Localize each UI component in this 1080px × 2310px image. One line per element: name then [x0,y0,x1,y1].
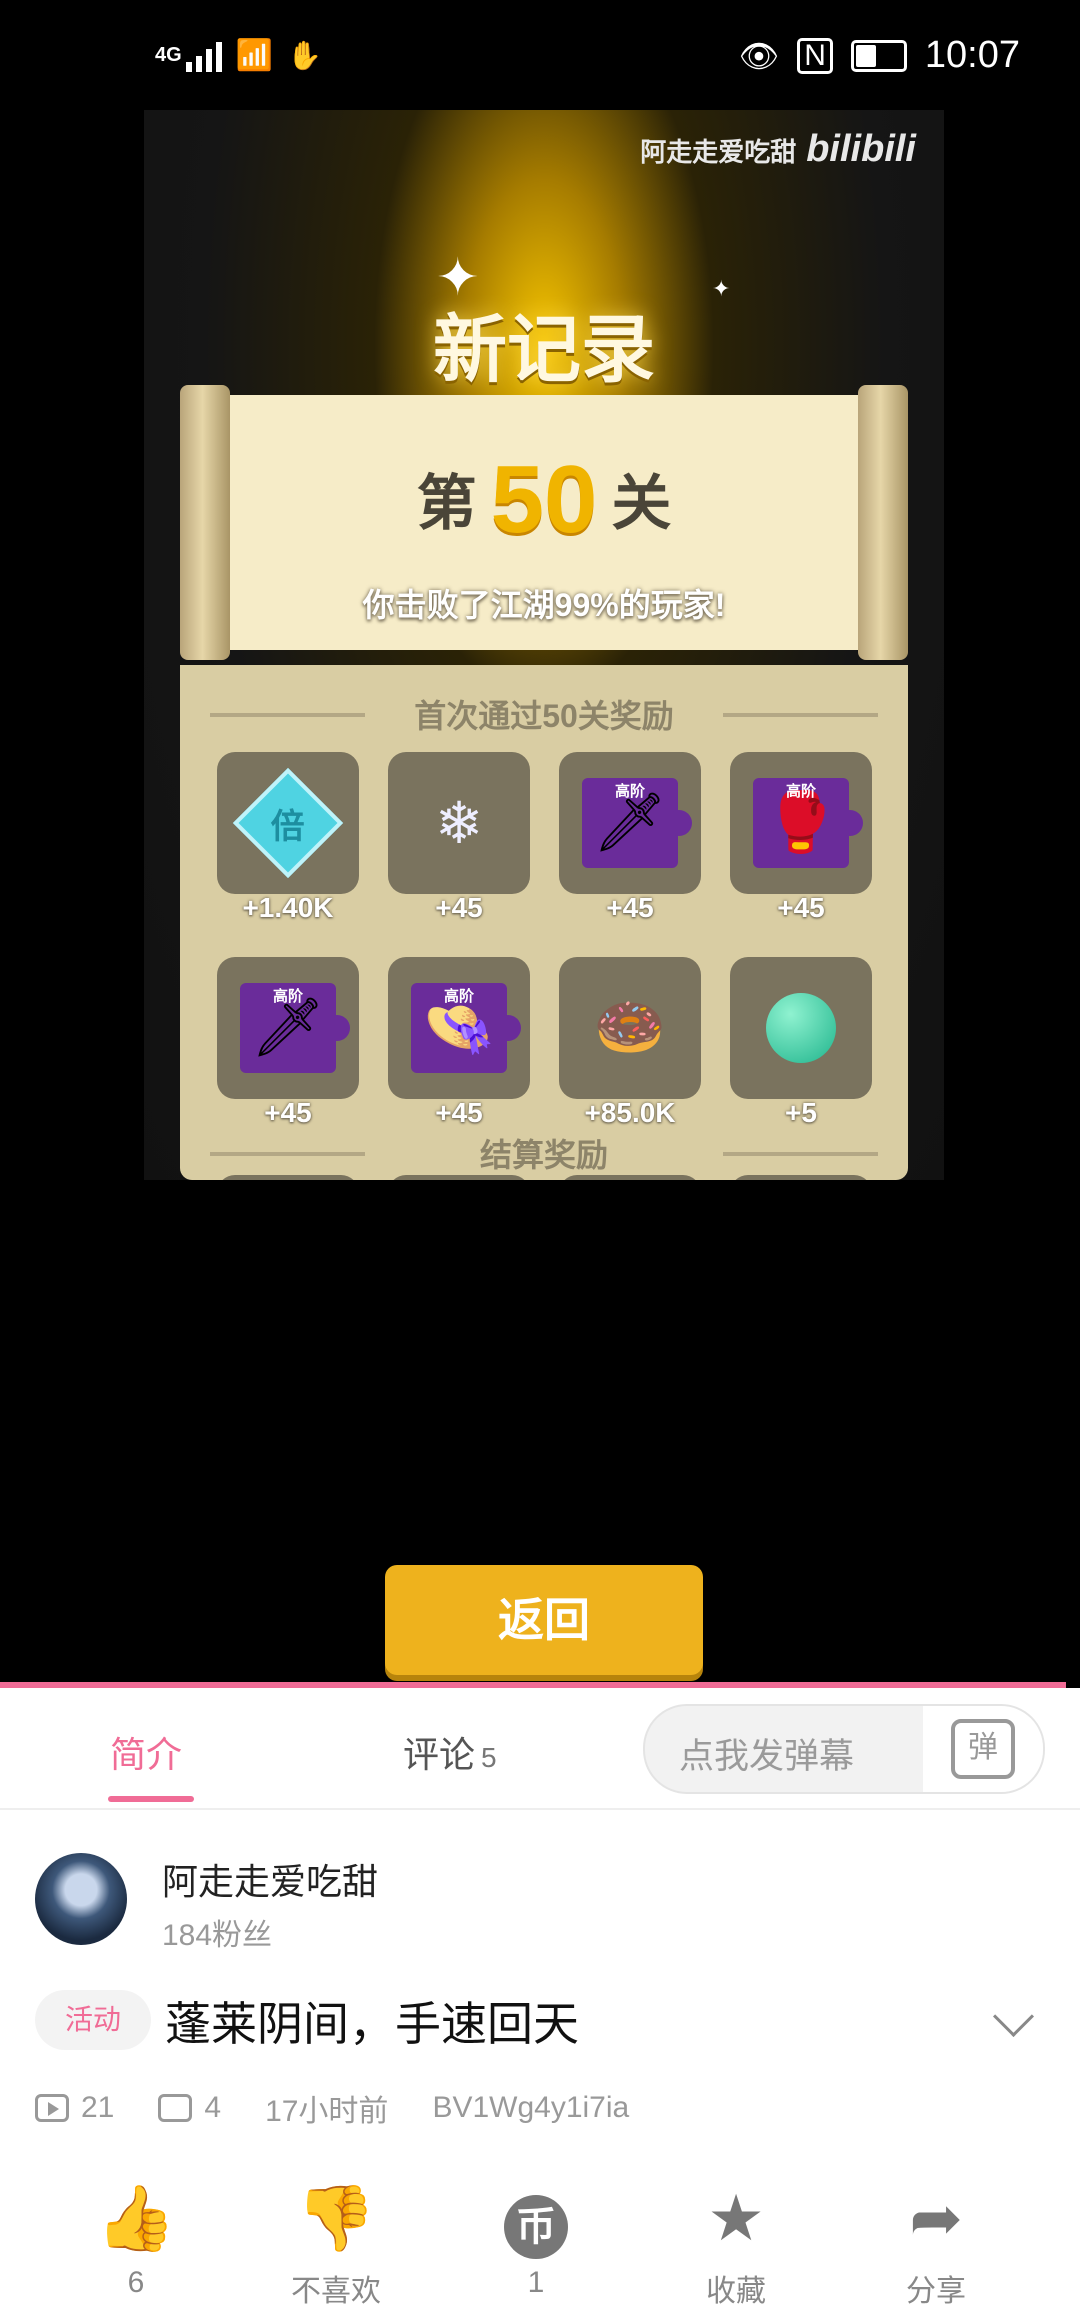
dislike-label: 不喜欢 [291,2275,381,2308]
fan-count: 184粉丝 [162,1919,273,1952]
share-button[interactable]: ➦ 分享 [836,2178,1036,2310]
bvid: BV1Wg4y1i7ia [432,2091,630,2124]
eye-icon: 👁 [738,37,780,74]
beat-text: 你击败了江湖99%的玩家! [362,587,726,623]
chevron-down-icon[interactable] [992,1995,1035,2038]
favorite-button[interactable]: ★ 收藏 [636,2178,836,2310]
reward-item: 高阶🗡 [559,1175,701,1180]
multiplier-gem-icon: 倍 [232,767,344,879]
reward-item: ❄ +45 [388,752,530,924]
reward-item: 高阶 👒 +45 [388,957,530,1129]
dislike-button[interactable]: 👎 不喜欢 [236,2178,436,2310]
reward-item: 高阶🔮 [388,1175,530,1180]
coin-icon: 币 [436,2178,636,2259]
author-name[interactable]: 阿走走爱吃甜 [162,1853,378,1905]
danmaku-count-icon [158,2094,193,2122]
action-bar: 👍 6 👎 不喜欢 币 1 ★ 收藏 ➦ 分享 [0,2178,1080,2310]
rewards-panel: 首次通过50关奖励 倍 +1.40K ❄ +45 高阶 🗡 +45 高阶 🥊 +45 [180,665,908,1180]
danmaku-toggle-button[interactable]: 弹 [923,1706,1043,1792]
danmaku-count: 4 [204,2091,222,2124]
star-icon: ★ [707,2182,765,2254]
video-details: 简介 评论 5 点我发弹幕 弹 阿走走爱吃甜 184粉丝 活动 蓬莱阴间，手速回天… [0,1688,1080,2310]
settlement-title: 结算奖励 [210,1130,878,1176]
reward-item: 倍 +1.40K [217,752,359,924]
result-scroll: 第 50 关 你击败了江湖99%的玩家! [180,385,908,660]
video-title: 蓬莱阴间，手速回天 [165,1998,579,2050]
wifi-icon: 📶 [235,39,274,72]
publish-time: 17小时前 [265,2095,389,2128]
nfc-icon: N [797,37,833,74]
rewards-row-3: ❄ 高阶🔮 高阶🗡 高阶🗡 [217,1175,872,1180]
play-count: 21 [81,2091,115,2124]
danmaku-placeholder: 点我发弹幕 [679,1737,855,1776]
video-player[interactable]: 阿走走爱吃甜 bilibili ✦ ✦ 新记录 第 50 关 你击败了江湖99%的玩家… [0,110,1080,1685]
first-clear-title: 首次通过50关奖励 [210,691,878,737]
tab-comments-label: 评论 [403,1734,476,1775]
play-count-icon [35,2094,69,2122]
status-right: 👁 N 10:07 [739,34,1020,77]
rewards-row-1: 倍 +1.40K ❄ +45 高阶 🗡 +45 高阶 🥊 +45 [217,752,872,924]
coin-icon: 🍩 [593,995,667,1060]
tab-intro[interactable]: 简介 [110,1726,182,1778]
comment-count: 5 [481,1742,497,1773]
stage-label: 第 50 关 [180,445,908,555]
clock: 10:07 [924,34,1020,76]
thumbs-up-icon: 👍 [96,2182,176,2254]
share-label: 分享 [906,2275,966,2308]
signal-icon [185,40,222,72]
coin-button[interactable]: 币 1 [436,2178,636,2310]
share-icon: ➦ [909,2182,963,2254]
watermark-user: 阿走走爱吃甜 [640,137,797,167]
reward-item: +5 [730,957,872,1129]
reward-item: 🍩 +85.0K [559,957,701,1129]
jade-icon [766,993,836,1063]
coin-count: 1 [527,2266,545,2299]
danmaku-input[interactable]: 点我发弹幕 弹 [643,1704,1045,1794]
game-screen: 阿走走爱吃甜 bilibili ✦ ✦ 新记录 第 50 关 你击败了江湖99%的玩家… [144,110,944,1180]
reward-item: 高阶 🥊 +45 [730,752,872,924]
back-button[interactable]: 返回 [385,1565,703,1675]
rewards-row-2: 高阶 🗡 +45 高阶 👒 +45 🍩 +85.0K +5 [217,957,872,1129]
watermark: 阿走走爱吃甜 bilibili [640,128,916,171]
stage-suffix: 关 [611,470,672,537]
battery-icon [850,39,907,72]
reward-item: 高阶🗡 [730,1175,872,1180]
record-title: 新记录 [433,308,655,391]
reward-item: 高阶 🗡 +45 [217,957,359,1129]
stage-prefix: 第 [416,470,477,537]
avatar[interactable] [35,1853,127,1945]
status-bar: 4G 📶 ✋ 👁 N 10:07 [0,0,1080,110]
stage-number: 50 [490,446,598,553]
hand-icon: ✋ [287,40,322,71]
reward-item: ❄ [217,1175,359,1180]
video-meta: 21 4 17小时前 BV1Wg4y1i7ia [35,2086,629,2130]
thumbs-down-icon: 👎 [296,2182,376,2254]
tab-comments[interactable]: 评论 5 [403,1726,497,1778]
tab-bar: 简介 评论 5 点我发弹幕 弹 [0,1688,1080,1810]
danmaku-icon: 弹 [951,1719,1015,1779]
activity-tag[interactable]: 活动 [35,1990,151,2050]
tab-indicator [108,1796,194,1802]
network-type: 4G [155,44,182,66]
crystal-icon: ❄ [434,791,484,856]
reward-item: 高阶 🗡 +45 [559,752,701,924]
favorite-label: 收藏 [706,2275,766,2308]
like-button[interactable]: 👍 6 [36,2178,236,2310]
status-left: 4G 📶 ✋ [155,38,322,73]
like-count: 6 [127,2266,145,2299]
bilibili-logo: bilibili [806,128,916,170]
